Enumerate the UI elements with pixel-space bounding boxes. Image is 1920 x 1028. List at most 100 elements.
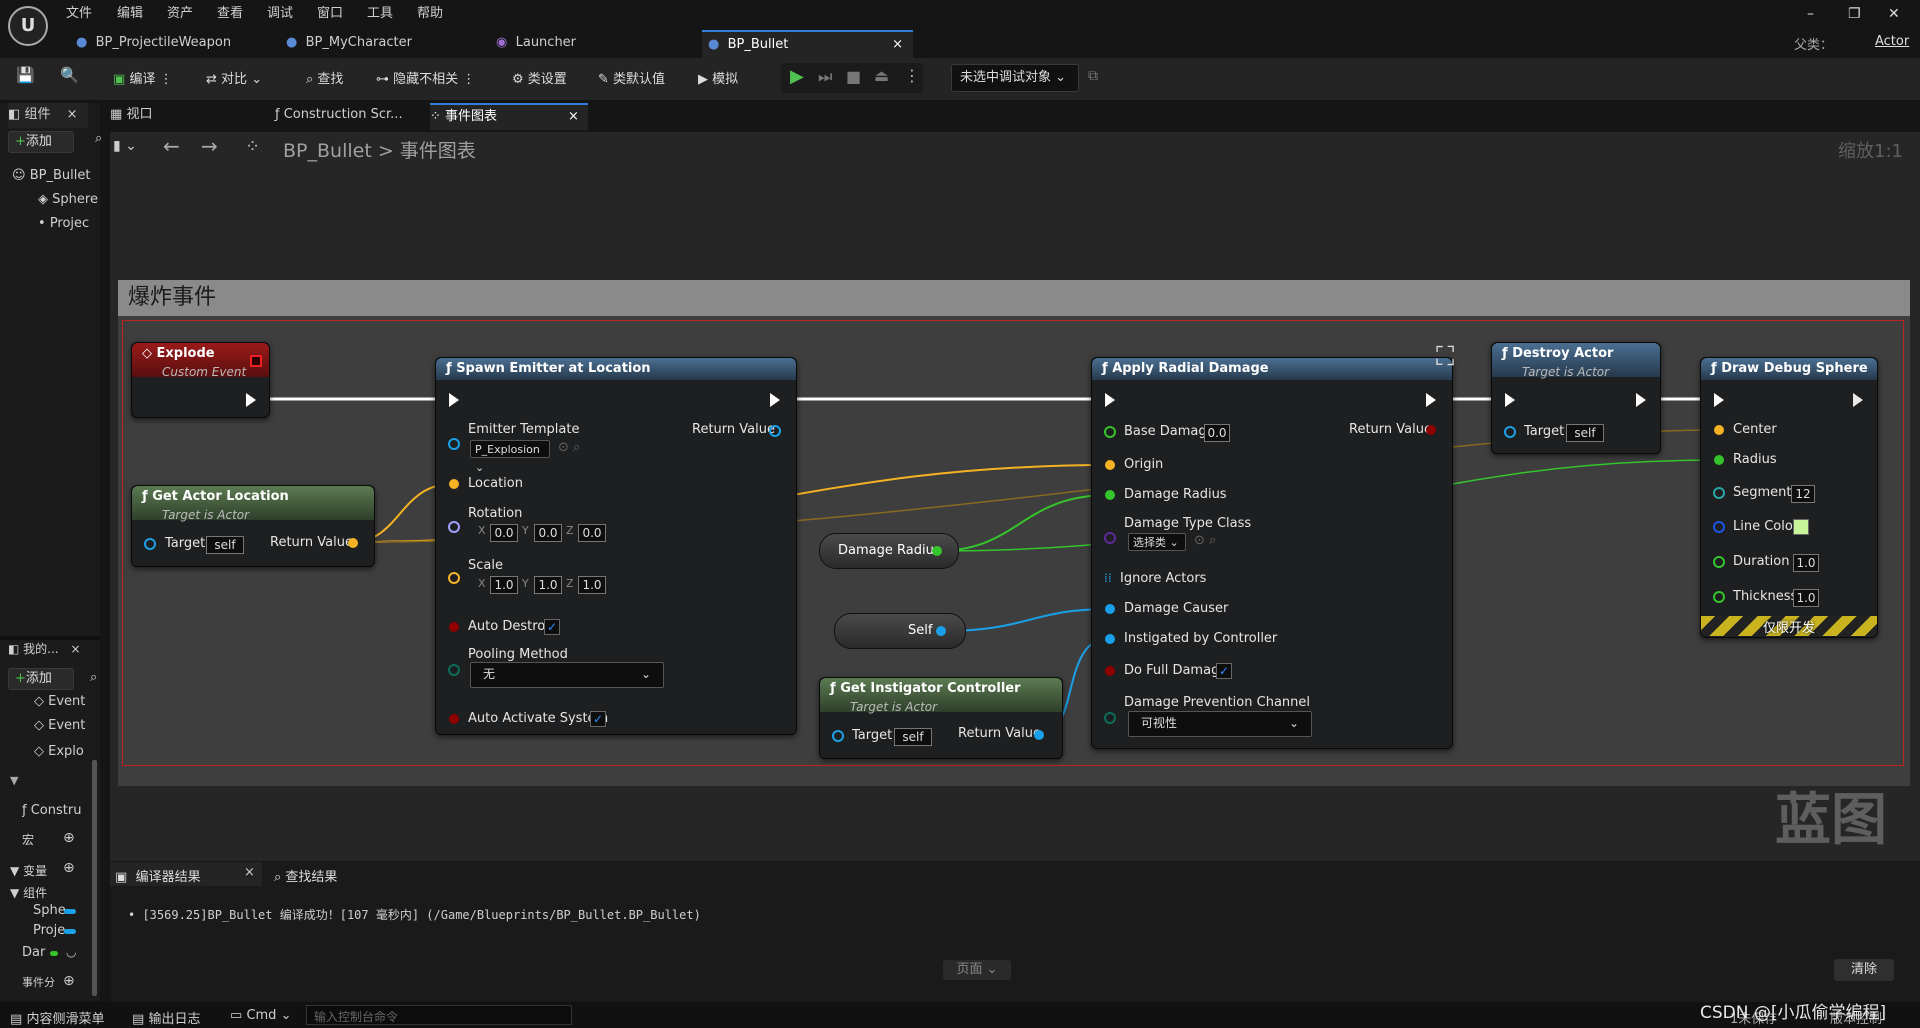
full-damage-checkbox[interactable]: ✓ bbox=[1216, 663, 1232, 679]
exec-out-pin[interactable] bbox=[1853, 393, 1863, 407]
pin-label: Duration bbox=[1733, 554, 1790, 569]
pooling-method-pin[interactable] bbox=[448, 664, 460, 676]
function-icon: ƒ bbox=[446, 361, 452, 376]
thickness-value[interactable]: 1.0 bbox=[1793, 589, 1819, 607]
target-pin[interactable] bbox=[832, 730, 844, 742]
auto-activate-checkbox[interactable]: ✓ bbox=[590, 711, 606, 727]
browse-icon[interactable]: ⊙ ⌕ bbox=[1194, 533, 1216, 548]
line-color-swatch[interactable] bbox=[1793, 519, 1809, 535]
compiler-icon: ▣ bbox=[115, 870, 128, 885]
scale-y-value[interactable]: 1.0 bbox=[534, 576, 562, 594]
damage-causer-pin[interactable] bbox=[1105, 604, 1115, 614]
return-value-pin[interactable] bbox=[1426, 425, 1436, 435]
damage-type-pin[interactable] bbox=[1104, 532, 1116, 544]
segments-pin[interactable] bbox=[1713, 487, 1725, 499]
self-value[interactable]: self bbox=[894, 728, 932, 746]
segments-value[interactable]: 12 bbox=[1791, 485, 1815, 503]
function-icon: ƒ bbox=[1711, 361, 1717, 376]
scale-z-value[interactable]: 1.0 bbox=[578, 576, 606, 594]
emitter-template-select[interactable]: P_Explosion ⌄ bbox=[470, 440, 550, 474]
self-value[interactable]: self bbox=[1566, 424, 1604, 442]
emitter-value: P_Explosion bbox=[475, 443, 540, 456]
exec-in-pin[interactable] bbox=[1505, 393, 1515, 407]
node-header: ƒ Get Actor Location Target is Actor bbox=[132, 486, 374, 522]
function-icon: ƒ bbox=[142, 489, 148, 504]
duration-value[interactable]: 1.0 bbox=[1793, 554, 1819, 572]
damage-type-select[interactable]: 选择类 ⌄ bbox=[1128, 533, 1186, 551]
rotation-pin[interactable] bbox=[448, 521, 460, 533]
node-self-reference[interactable]: Self bbox=[834, 613, 966, 649]
exec-out-pin[interactable] bbox=[246, 393, 256, 407]
damage-radius-pin[interactable] bbox=[932, 546, 942, 556]
rotation-y-value[interactable]: 0.0 bbox=[534, 524, 562, 542]
target-pin[interactable] bbox=[144, 538, 156, 550]
thickness-pin[interactable] bbox=[1713, 591, 1725, 603]
node-damage-radius-variable[interactable]: Damage Radius bbox=[819, 533, 959, 569]
pooling-method-select[interactable]: 无 ⌄ bbox=[470, 662, 664, 688]
exec-in-pin[interactable] bbox=[1105, 393, 1115, 407]
node-subtitle: Target is Actor bbox=[850, 700, 938, 714]
clear-button[interactable]: 清除 bbox=[1834, 959, 1894, 981]
node-explode[interactable]: ◇ Explode Custom Event bbox=[131, 342, 270, 418]
location-pin[interactable] bbox=[449, 479, 459, 489]
browse-icon[interactable]: ⊙ ⌕ bbox=[558, 440, 580, 455]
auto-destroy-checkbox[interactable]: ✓ bbox=[544, 619, 560, 635]
scale-x-value[interactable]: 1.0 bbox=[490, 576, 518, 594]
scale-pin[interactable] bbox=[448, 572, 460, 584]
prevention-channel-select[interactable]: 可视性 ⌄ bbox=[1128, 711, 1312, 737]
node-apply-radial-damage[interactable]: ƒ Apply Radial Damage ⛶ Base Damage 0.0 … bbox=[1091, 342, 1454, 749]
node-get-actor-location[interactable]: ƒ Get Actor Location Target is Actor Targ… bbox=[131, 485, 375, 567]
pooling-value: 无 bbox=[483, 667, 496, 681]
delegate-pin[interactable] bbox=[250, 355, 262, 367]
node-spawn-emitter[interactable]: ƒ Spawn Emitter at Location Emitter Temp… bbox=[435, 357, 797, 735]
cmd-select[interactable]: ▭ Cmd ⌄ bbox=[230, 1008, 291, 1023]
content-drawer-button[interactable]: ▤ 内容侧滑菜单 bbox=[10, 1008, 104, 1027]
self-pin[interactable] bbox=[936, 626, 946, 636]
full-damage-pin[interactable] bbox=[1105, 666, 1115, 676]
duration-pin[interactable] bbox=[1713, 556, 1725, 568]
pin-label: Instigated by Controller bbox=[1124, 631, 1278, 646]
origin-pin[interactable] bbox=[1105, 460, 1115, 470]
pin-label: Damage Type Class bbox=[1124, 516, 1252, 531]
exec-out-pin[interactable] bbox=[1426, 393, 1436, 407]
rotation-z-value[interactable]: 0.0 bbox=[578, 524, 606, 542]
line-color-pin[interactable] bbox=[1713, 521, 1725, 533]
target-pin[interactable] bbox=[1504, 426, 1516, 438]
auto-destroy-pin[interactable] bbox=[449, 622, 459, 632]
axis-label: X bbox=[478, 577, 486, 590]
pin-label: Damage Causer bbox=[1124, 601, 1229, 616]
self-value[interactable]: self bbox=[206, 536, 244, 554]
node-draw-debug-sphere[interactable]: ƒ Draw Debug Sphere Center Radius Segmen… bbox=[1700, 357, 1878, 638]
array-pin-icon[interactable]: ⁞⁞ bbox=[1104, 571, 1112, 585]
base-damage-value[interactable]: 0.0 bbox=[1204, 424, 1230, 442]
return-value-pin[interactable] bbox=[348, 538, 358, 548]
damage-radius-pin[interactable] bbox=[1105, 490, 1115, 500]
emitter-template-pin[interactable] bbox=[448, 438, 460, 450]
exec-out-pin[interactable] bbox=[770, 393, 780, 407]
tab-find-results[interactable]: ⌕ 查找结果 bbox=[274, 866, 337, 885]
auto-activate-pin[interactable] bbox=[449, 714, 459, 724]
center-pin[interactable] bbox=[1714, 425, 1724, 435]
pin-label: Target bbox=[852, 728, 893, 743]
close-icon[interactable]: × bbox=[244, 865, 255, 880]
base-damage-pin[interactable] bbox=[1104, 426, 1116, 438]
output-log-button[interactable]: ▤ 输出日志 bbox=[132, 1008, 200, 1027]
pin-label: Return Value bbox=[958, 726, 1041, 741]
exec-in-pin[interactable] bbox=[449, 393, 459, 407]
rotation-x-value[interactable]: 0.0 bbox=[490, 524, 518, 542]
exec-in-pin[interactable] bbox=[1714, 393, 1724, 407]
search-icon: ⌕ bbox=[274, 870, 282, 885]
node-destroy-actor[interactable]: ƒ Destroy Actor Target is Actor Target se… bbox=[1491, 342, 1661, 454]
function-icon: ƒ bbox=[1102, 361, 1108, 376]
radius-pin[interactable] bbox=[1714, 455, 1724, 465]
instigated-by-pin[interactable] bbox=[1105, 634, 1115, 644]
exec-out-pin[interactable] bbox=[1636, 393, 1646, 407]
return-value-pin[interactable] bbox=[1034, 730, 1044, 740]
page-button[interactable]: 页面 ⌄ bbox=[943, 960, 1011, 980]
variable-label: Self bbox=[908, 623, 933, 638]
prevention-channel-pin[interactable] bbox=[1104, 712, 1116, 724]
pin-label: Target bbox=[1524, 424, 1565, 439]
node-get-instigator-controller[interactable]: ƒ Get Instigator Controller Target is Act… bbox=[819, 677, 1063, 759]
return-value-pin[interactable] bbox=[769, 425, 781, 437]
pin-label: Radius bbox=[1733, 452, 1777, 467]
